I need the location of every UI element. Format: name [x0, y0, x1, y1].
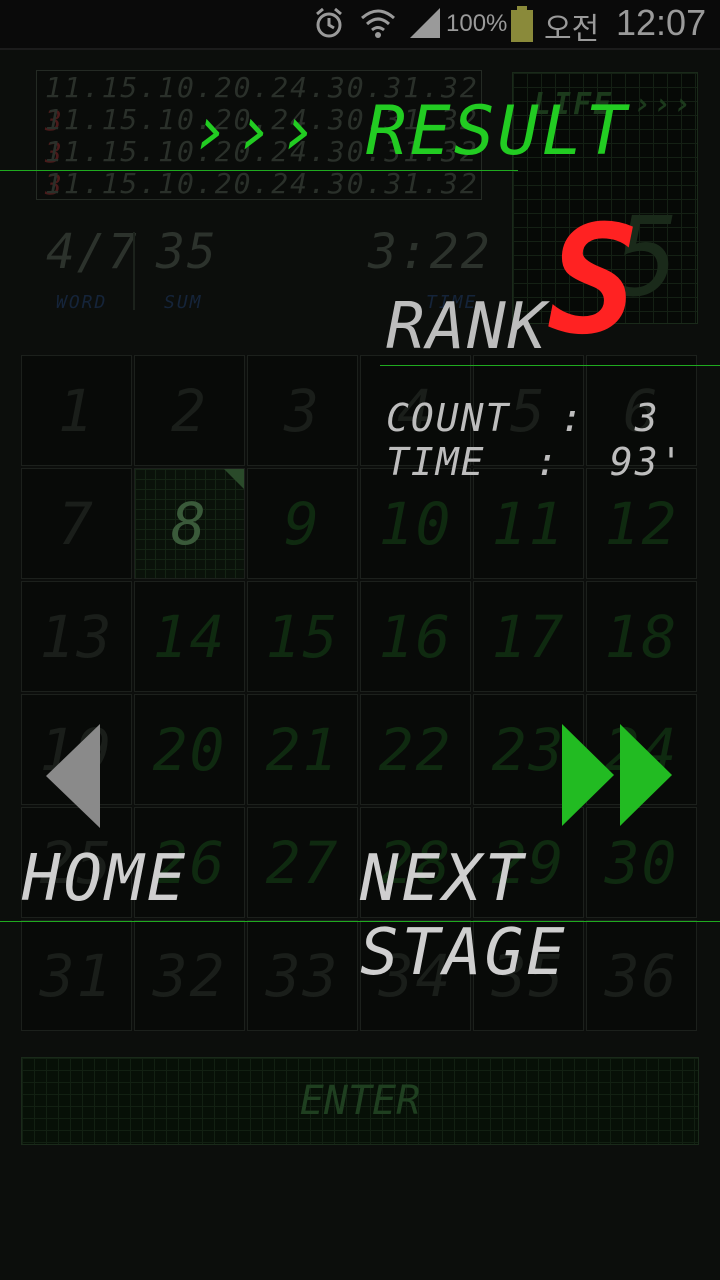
result-title: ››› RESULT [190, 92, 629, 171]
count-line: COUNT : 3 [386, 396, 660, 440]
rank-divider [380, 365, 720, 366]
result-divider [0, 170, 518, 171]
result-overlay: ››› RESULT RANK S COUNT : 3 TIME : 93' H… [0, 0, 720, 1280]
rank-value: S [548, 194, 641, 368]
nav-divider [0, 921, 720, 922]
result-title-text: RESULT [365, 92, 630, 171]
home-arrow-icon[interactable] [44, 722, 104, 830]
rank-label: RANK [386, 290, 549, 364]
next-stage-arrow-icon[interactable] [560, 722, 676, 828]
next-stage-button[interactable]: NEXT STAGE [360, 842, 720, 990]
time-line: TIME : 93' [386, 440, 685, 484]
home-button[interactable]: HOME [22, 842, 188, 916]
result-chevrons: ››› [190, 92, 322, 171]
